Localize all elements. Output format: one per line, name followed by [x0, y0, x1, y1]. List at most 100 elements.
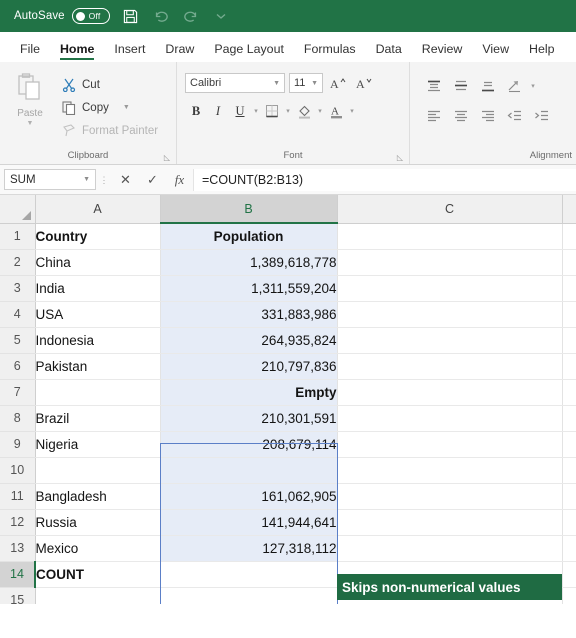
- cell-d6[interactable]: [562, 353, 576, 379]
- align-right-icon[interactable]: [474, 105, 501, 127]
- cell-a7[interactable]: [35, 379, 160, 405]
- cell-a11[interactable]: Bangladesh: [35, 483, 160, 509]
- cell-b10[interactable]: [160, 457, 337, 483]
- save-icon[interactable]: [116, 1, 146, 31]
- font-name-input[interactable]: Calibri ▼: [185, 73, 285, 93]
- column-header-b[interactable]: B: [160, 195, 337, 223]
- borders-chevron-down-icon[interactable]: ▾: [283, 107, 293, 115]
- cell-c1[interactable]: [337, 223, 562, 249]
- tab-data[interactable]: Data: [366, 42, 412, 61]
- cell-d4[interactable]: [562, 301, 576, 327]
- decrease-font-size-button[interactable]: A: [353, 73, 375, 93]
- orientation-icon[interactable]: [501, 75, 528, 97]
- italic-button[interactable]: I: [207, 100, 229, 122]
- cell-d1[interactable]: [562, 223, 576, 249]
- copy-button[interactable]: Copy ▼: [60, 96, 176, 119]
- cell-d11[interactable]: [562, 483, 576, 509]
- underline-chevron-down-icon[interactable]: ▾: [251, 107, 261, 115]
- row-header-8[interactable]: 8: [0, 405, 35, 431]
- autosave-toggle[interactable]: Off: [72, 8, 110, 24]
- cell-b9[interactable]: 208,679,114: [160, 431, 337, 457]
- row-header-12[interactable]: 12: [0, 509, 35, 535]
- row-header-3[interactable]: 3: [0, 275, 35, 301]
- cell-a5[interactable]: Indonesia: [35, 327, 160, 353]
- cell-d5[interactable]: [562, 327, 576, 353]
- row-header-1[interactable]: 1: [0, 223, 35, 249]
- paste-chevron-down-icon[interactable]: ▼: [27, 120, 34, 127]
- row-header-5[interactable]: 5: [0, 327, 35, 353]
- align-center-icon[interactable]: [447, 105, 474, 127]
- cell-b7[interactable]: Empty: [160, 379, 337, 405]
- cell-a4[interactable]: USA: [35, 301, 160, 327]
- name-box[interactable]: SUM ▼: [4, 169, 96, 190]
- customize-quick-access-icon[interactable]: [206, 1, 236, 31]
- row-header-10[interactable]: 10: [0, 457, 35, 483]
- cell-d10[interactable]: [562, 457, 576, 483]
- cell-b14[interactable]: [160, 561, 337, 587]
- cell-d13[interactable]: [562, 535, 576, 561]
- font-color-icon[interactable]: A: [325, 100, 347, 122]
- row-header-15[interactable]: 15: [0, 587, 35, 604]
- cell-a8[interactable]: Brazil: [35, 405, 160, 431]
- cell-d9[interactable]: [562, 431, 576, 457]
- align-top-icon[interactable]: [420, 75, 447, 97]
- font-dialog-launcher-icon[interactable]: ◺: [397, 153, 403, 162]
- cell-c2[interactable]: [337, 249, 562, 275]
- cell-c5[interactable]: [337, 327, 562, 353]
- cancel-icon[interactable]: ✕: [112, 169, 139, 191]
- tab-file[interactable]: File: [10, 42, 50, 61]
- cell-a1[interactable]: Country: [35, 223, 160, 249]
- cell-b12[interactable]: 141,944,641: [160, 509, 337, 535]
- decrease-indent-icon[interactable]: [501, 105, 528, 127]
- cell-c6[interactable]: [337, 353, 562, 379]
- orientation-chevron-down-icon[interactable]: ▾: [528, 82, 538, 90]
- cell-b8[interactable]: 210,301,591: [160, 405, 337, 431]
- column-header-c[interactable]: C: [337, 195, 562, 223]
- undo-icon[interactable]: [146, 1, 176, 31]
- cell-d14[interactable]: [562, 561, 576, 587]
- align-middle-icon[interactable]: [447, 75, 474, 97]
- cell-d3[interactable]: [562, 275, 576, 301]
- redo-icon[interactable]: [176, 1, 206, 31]
- bold-button[interactable]: B: [185, 100, 207, 122]
- copy-chevron-down-icon[interactable]: ▼: [123, 104, 130, 111]
- cell-c7[interactable]: [337, 379, 562, 405]
- tab-insert[interactable]: Insert: [104, 42, 155, 61]
- fill-color-chevron-down-icon[interactable]: ▾: [315, 107, 325, 115]
- tab-review[interactable]: Review: [412, 42, 473, 61]
- cell-a6[interactable]: Pakistan: [35, 353, 160, 379]
- cell-d2[interactable]: [562, 249, 576, 275]
- cell-c4[interactable]: [337, 301, 562, 327]
- cell-c13[interactable]: [337, 535, 562, 561]
- cell-c10[interactable]: [337, 457, 562, 483]
- cell-d8[interactable]: [562, 405, 576, 431]
- font-color-chevron-down-icon[interactable]: ▾: [347, 107, 357, 115]
- row-header-14[interactable]: 14: [0, 561, 35, 587]
- font-size-input[interactable]: 11 ▼: [289, 73, 323, 93]
- insert-function-icon[interactable]: fx: [166, 169, 193, 191]
- clipboard-dialog-launcher-icon[interactable]: ◺: [164, 153, 170, 162]
- cell-c12[interactable]: [337, 509, 562, 535]
- cell-c9[interactable]: [337, 431, 562, 457]
- cell-a3[interactable]: India: [35, 275, 160, 301]
- cell-a13[interactable]: Mexico: [35, 535, 160, 561]
- fill-color-icon[interactable]: [293, 100, 315, 122]
- row-header-2[interactable]: 2: [0, 249, 35, 275]
- column-header-a[interactable]: A: [35, 195, 160, 223]
- cell-b2[interactable]: 1,389,618,778: [160, 249, 337, 275]
- font-name-chevron-down-icon[interactable]: ▼: [273, 80, 280, 87]
- cell-b1[interactable]: Population: [160, 223, 337, 249]
- tab-home[interactable]: Home: [50, 42, 104, 61]
- cell-b6[interactable]: 210,797,836: [160, 353, 337, 379]
- align-left-icon[interactable]: [420, 105, 447, 127]
- cell-a2[interactable]: China: [35, 249, 160, 275]
- cell-b11[interactable]: 161,062,905: [160, 483, 337, 509]
- tab-draw[interactable]: Draw: [155, 42, 204, 61]
- cell-b13[interactable]: 127,318,112: [160, 535, 337, 561]
- paste-button[interactable]: Paste ▼: [0, 67, 60, 150]
- format-painter-button[interactable]: Format Painter: [60, 119, 176, 142]
- increase-font-size-button[interactable]: A: [327, 73, 349, 93]
- cell-b5[interactable]: 264,935,824: [160, 327, 337, 353]
- row-header-9[interactable]: 9: [0, 431, 35, 457]
- row-header-6[interactable]: 6: [0, 353, 35, 379]
